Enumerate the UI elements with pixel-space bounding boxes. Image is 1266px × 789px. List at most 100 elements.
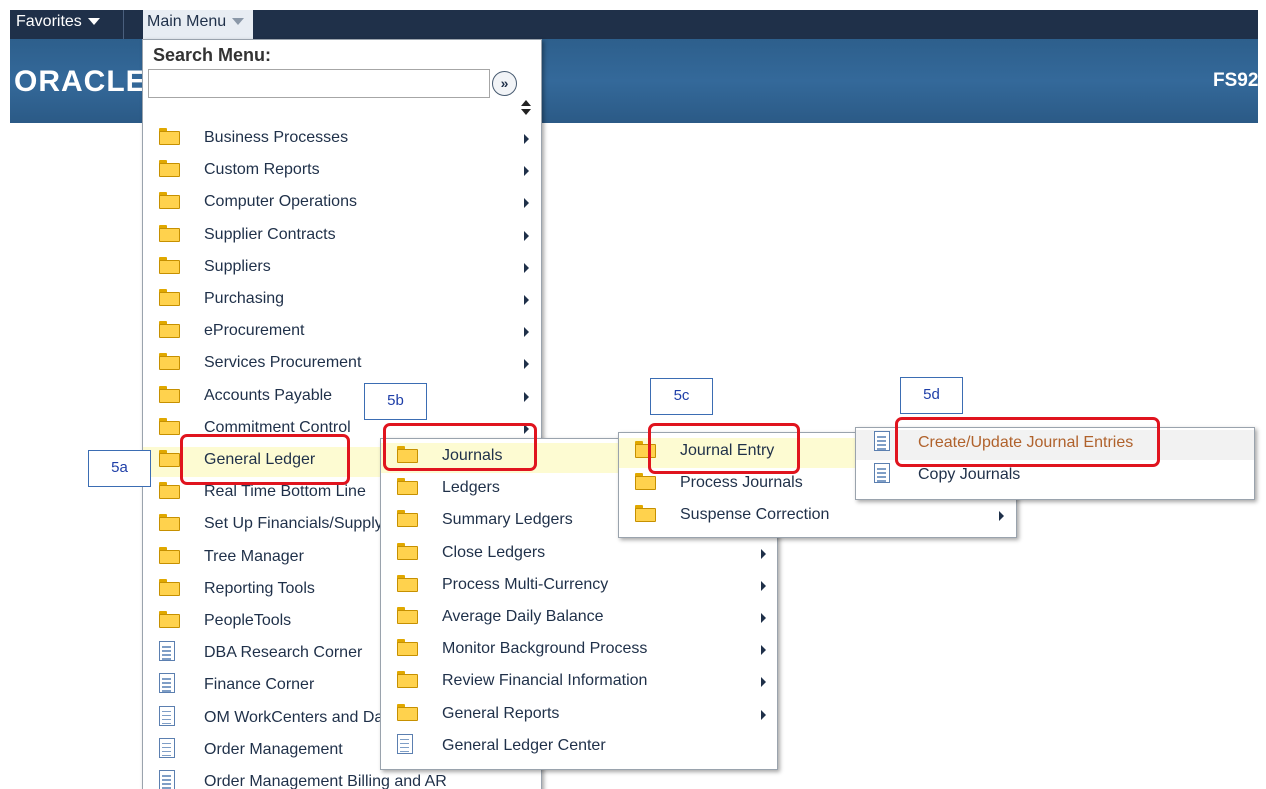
folder-icon <box>397 703 418 721</box>
sort-menu-icon[interactable] <box>520 100 532 118</box>
folder-shape <box>397 639 418 657</box>
folder-icon <box>397 510 418 528</box>
main-menu-item-label: Reporting Tools <box>204 579 315 597</box>
gl-menu-item-label: Ledgers <box>442 479 500 497</box>
submenu-arrow-icon <box>524 262 529 273</box>
main-menu-item-purchasing[interactable]: Purchasing <box>159 286 539 316</box>
main-menu-item-label: Custom Reports <box>204 161 320 179</box>
main-menu-caret-icon <box>232 18 245 26</box>
folder-icon <box>159 192 180 210</box>
folder-shape <box>159 289 180 306</box>
folder-shape <box>635 505 656 522</box>
folder-shape <box>159 160 180 178</box>
folder-icon <box>159 128 180 145</box>
journals-menu-item-label: Suspense Correction <box>680 506 830 523</box>
main-menu-item-computer-operations[interactable]: Computer Operations <box>159 189 539 219</box>
highlight-journals <box>383 423 537 471</box>
folder-shape <box>397 703 418 721</box>
gl-menu-item-general-reports[interactable]: General Reports <box>381 701 777 731</box>
folder-icon <box>159 514 180 532</box>
gl-menu-item-label: Average Daily Balance <box>442 608 604 625</box>
folder-icon <box>159 353 180 371</box>
folder-shape <box>159 611 180 628</box>
gl-menu-item-review-financial-information[interactable]: Review Financial Information <box>381 668 777 698</box>
main-menu-item-services-procurement[interactable]: Services Procurement <box>159 350 539 380</box>
document-icon <box>159 641 175 662</box>
document-shape <box>159 770 175 789</box>
main-menu-item-label: eProcurement <box>204 322 305 340</box>
submenu-arrow-icon <box>524 166 529 177</box>
folder-icon <box>397 607 418 624</box>
search-menu-title: Search Menu: <box>153 45 272 65</box>
main-menu-item-label: Computer Operations <box>204 193 357 211</box>
main-menu-item-custom-reports[interactable]: Custom Reports <box>159 157 539 187</box>
main-menu-item-eprocurement[interactable]: eProcurement <box>159 318 539 348</box>
favorites-menu-button[interactable]: Favorites <box>10 10 122 39</box>
gl-menu-item-process-multi-currency[interactable]: Process Multi-Currency <box>381 572 777 602</box>
main-menu-item-accounts-payable[interactable]: Accounts Payable <box>159 383 539 413</box>
search-menu-input[interactable] <box>148 69 490 98</box>
journals-menu-item-suspense-correction[interactable]: Suspense Correction <box>619 502 1016 532</box>
folder-shape <box>159 192 180 210</box>
journal-entry-menu-item-label: Copy Journals <box>918 466 1021 483</box>
main-menu-item-label: PeopleTools <box>204 612 292 629</box>
submenu-arrow-icon <box>761 580 766 591</box>
folder-shape <box>159 321 180 339</box>
folder-shape <box>159 385 180 403</box>
main-menu-item-label: Finance Corner <box>204 676 315 694</box>
folder-icon <box>635 473 656 490</box>
folder-shape <box>397 510 418 528</box>
submenu-arrow-icon <box>761 709 766 720</box>
highlight-general-ledger <box>180 434 350 485</box>
gl-menu-item-label: Close Ledgers <box>442 543 546 561</box>
folder-icon <box>159 256 180 274</box>
submenu-arrow-icon <box>999 511 1004 521</box>
gl-menu-item-average-daily-balance[interactable]: Average Daily Balance <box>381 604 777 634</box>
gl-menu-item-label: Summary Ledgers <box>442 511 573 529</box>
main-menu-item-label: DBA Research Corner <box>204 644 363 662</box>
folder-shape <box>159 514 180 532</box>
oracle-logo: ORACLE <box>14 65 147 98</box>
folder-icon <box>397 542 418 560</box>
main-menu-item-supplier-contracts[interactable]: Supplier Contracts <box>159 222 539 252</box>
folder-shape <box>397 478 418 496</box>
submenu-arrow-icon <box>761 645 766 656</box>
submenu-arrow-icon <box>524 359 529 370</box>
folder-icon <box>159 482 180 500</box>
gl-menu-item-monitor-background-process[interactable]: Monitor Background Process <box>381 636 777 666</box>
main-menu-label: Main Menu <box>147 13 227 30</box>
document-shape <box>397 733 413 754</box>
document-shape <box>874 463 890 483</box>
folder-shape <box>159 482 180 500</box>
folder-icon <box>397 639 418 657</box>
search-go-button[interactable]: » <box>492 71 517 96</box>
folder-shape <box>159 578 180 596</box>
main-menu-item-label: Suppliers <box>204 257 271 275</box>
folder-icon <box>397 478 418 496</box>
document-icon <box>159 737 175 758</box>
folder-shape <box>159 353 180 371</box>
folder-icon <box>159 224 180 242</box>
folder-icon <box>159 578 180 596</box>
callout-5a: 5a <box>88 450 151 487</box>
submenu-arrow-icon <box>524 134 529 144</box>
main-menu-button[interactable]: Main Menu <box>143 10 253 39</box>
main-menu-item-business-processes[interactable]: Business Processes <box>159 125 539 155</box>
main-menu-item-label: Accounts Payable <box>204 386 333 404</box>
folder-shape <box>397 671 418 689</box>
main-menu-item-order-management-billing-and-ar[interactable]: Order Management Billing and AR <box>159 769 539 789</box>
folder-icon <box>159 611 180 628</box>
folder-shape <box>397 574 418 592</box>
gl-menu-item-close-ledgers[interactable]: Close Ledgers <box>381 540 777 570</box>
folder-shape <box>159 224 180 242</box>
document-icon <box>159 705 175 726</box>
gl-menu-item-label: General Reports <box>442 704 560 722</box>
main-menu-item-suppliers[interactable]: Suppliers <box>159 254 539 284</box>
gl-menu-item-general-ledger-center[interactable]: General Ledger Center <box>381 733 777 763</box>
document-icon <box>159 770 175 789</box>
folder-shape <box>159 128 180 145</box>
journals-menu-item-label: Process Journals <box>680 474 803 491</box>
submenu-arrow-icon <box>524 327 529 338</box>
gl-menu-item-label: Process Multi-Currency <box>442 575 609 593</box>
main-menu-item-label: Supplier Contracts <box>204 225 336 243</box>
